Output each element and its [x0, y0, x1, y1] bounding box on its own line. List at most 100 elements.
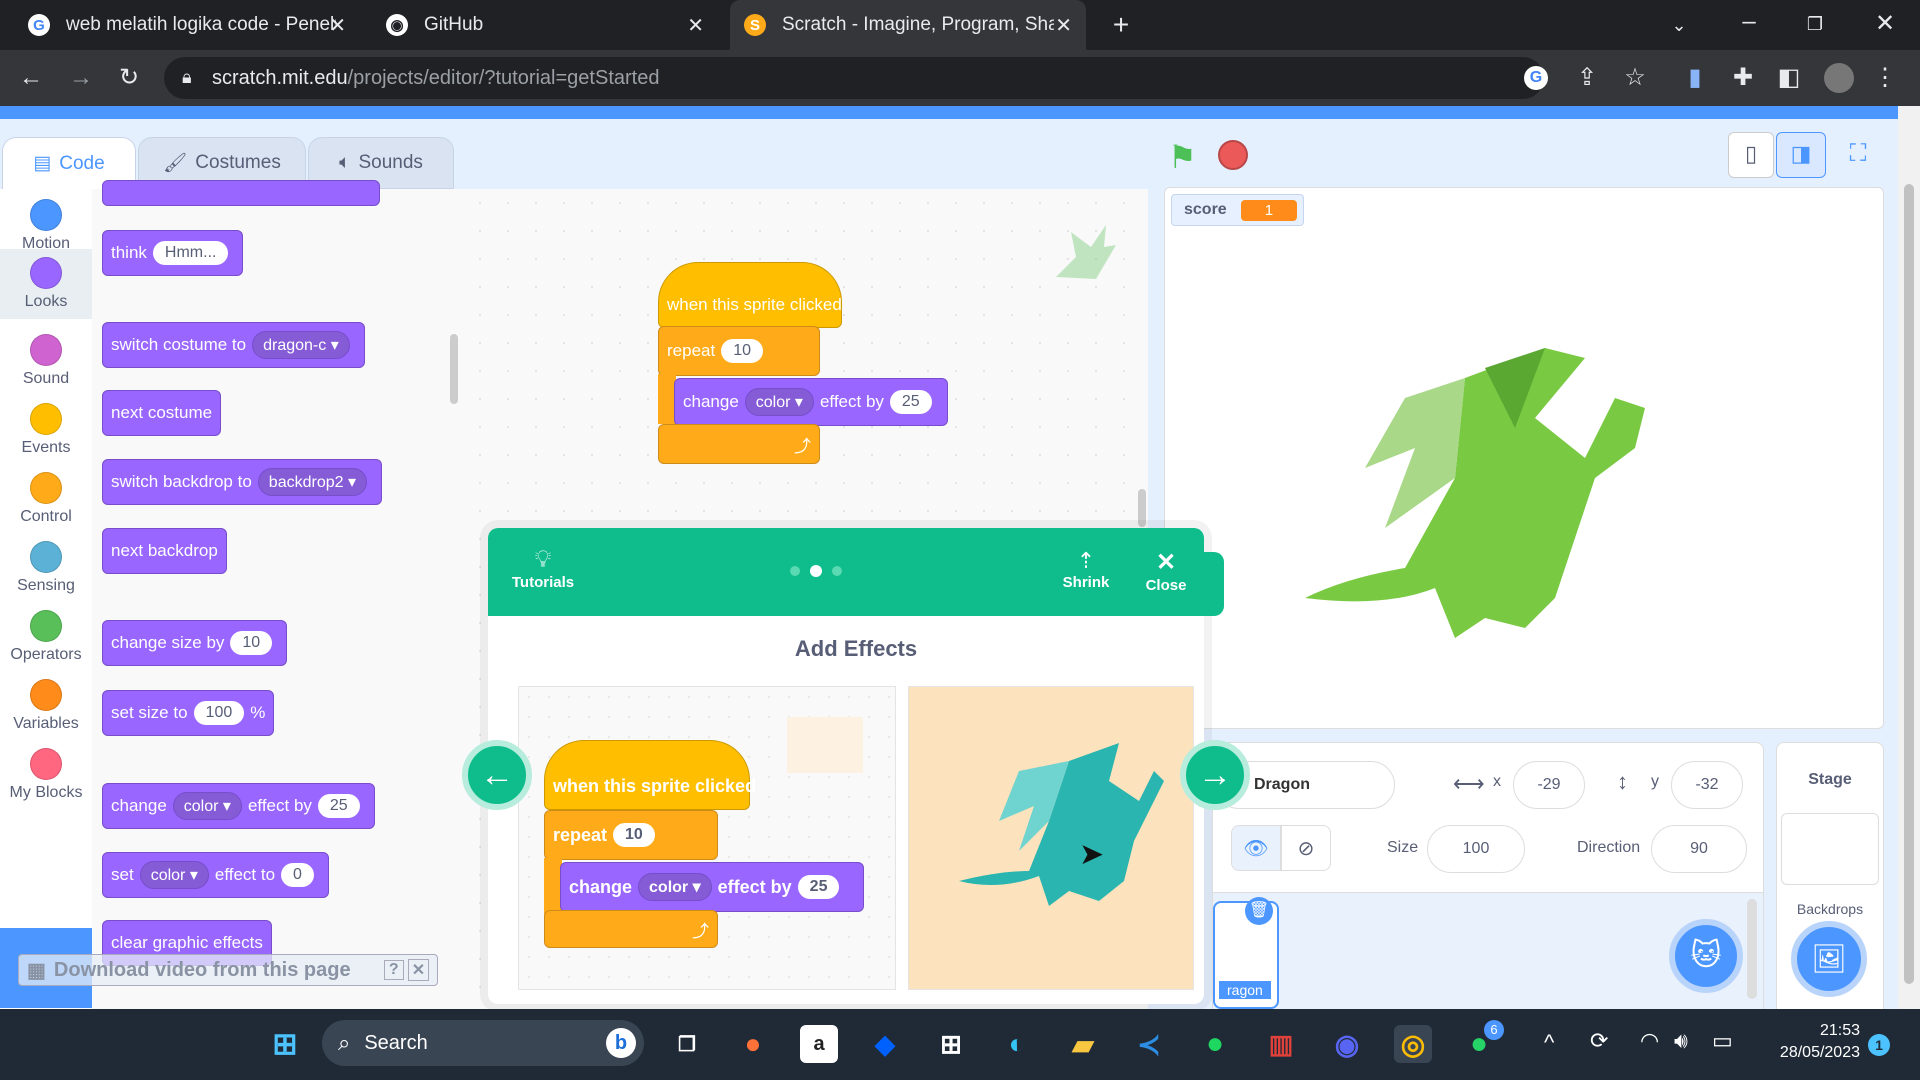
stage[interactable]: score 1: [1164, 187, 1884, 729]
back-icon[interactable]: ←: [16, 66, 46, 90]
workspace-change-effect-block[interactable]: change color ▾ effect by 25: [674, 378, 948, 426]
dropbox-icon[interactable]: ◆: [866, 1025, 904, 1063]
direction-field[interactable]: 90: [1651, 825, 1747, 873]
delete-sprite-icon[interactable]: 🗑︎: [1245, 897, 1273, 925]
effect-dropdown[interactable]: color ▾: [744, 388, 814, 416]
size-field[interactable]: 100: [1427, 825, 1525, 873]
score-monitor[interactable]: score 1: [1171, 194, 1305, 226]
close-tab-icon[interactable]: ✕: [329, 13, 346, 38]
show-icon[interactable]: 👁︎: [1231, 825, 1281, 871]
category-sensing[interactable]: Sensing: [0, 541, 92, 595]
x-field[interactable]: -29: [1513, 761, 1585, 809]
new-tab-icon[interactable]: +: [1106, 11, 1136, 39]
workspace-repeat-block[interactable]: repeat 10: [658, 326, 820, 376]
block-set-effect[interactable]: set color ▾ effect to 0: [102, 852, 329, 898]
spotify-icon[interactable]: ●: [1196, 1025, 1234, 1063]
sprite-list-scrollbar[interactable]: [1747, 899, 1757, 999]
repeat-input[interactable]: 10: [721, 339, 763, 363]
scrollbar-thumb[interactable]: [1904, 184, 1914, 984]
file-explorer-icon[interactable]: ▰: [1064, 1025, 1102, 1063]
effect-input[interactable]: 25: [889, 390, 932, 414]
close-tab-icon[interactable]: ✕: [1055, 13, 1072, 38]
effect-input[interactable]: 25: [317, 794, 360, 818]
effect-dropdown[interactable]: color ▾: [172, 792, 242, 820]
next-step-button[interactable]: →: [1180, 740, 1250, 810]
category-motion[interactable]: Motion: [0, 199, 92, 253]
block-switch-costume[interactable]: switch costume to dragon-c ▾: [102, 322, 365, 368]
y-field[interactable]: -32: [1671, 761, 1743, 809]
amazon-icon[interactable]: a: [800, 1025, 838, 1063]
block-change-size[interactable]: change size by 10: [102, 620, 288, 666]
category-looks[interactable]: Looks: [0, 249, 92, 319]
close-download-bar[interactable]: ✕: [407, 959, 430, 981]
fullscreen-icon[interactable]: ⛶: [1836, 132, 1880, 176]
workspace-scrollbar[interactable]: [1138, 489, 1146, 527]
bookmark-star-icon[interactable]: ☆: [1620, 66, 1650, 90]
sync-icon[interactable]: ⟳: [1590, 1028, 1608, 1054]
extensions-puzzle-icon[interactable]: ✚: [1728, 66, 1758, 90]
windows-start-icon[interactable]: ⊞: [266, 1025, 304, 1063]
google-lens-icon[interactable]: G: [1524, 66, 1548, 90]
palette-scrollbar[interactable]: [450, 334, 458, 404]
close-tutorial-button[interactable]: ✕ Close: [1138, 548, 1194, 594]
omnibox[interactable]: 🔒︎ scratch.mit.edu/projects/editor/?tuto…: [164, 57, 1548, 99]
hide-icon[interactable]: ⊘: [1281, 825, 1331, 871]
workspace-hat-block[interactable]: when this sprite clicked: [658, 262, 842, 328]
category-control[interactable]: Control: [0, 472, 92, 526]
block-set-size[interactable]: set size to 100%: [102, 690, 275, 736]
clock[interactable]: 21:53 28/05/2023: [1750, 1020, 1860, 1064]
backdrop-dropdown[interactable]: backdrop2 ▾: [257, 468, 367, 496]
effect-dropdown[interactable]: color ▾: [139, 861, 209, 889]
category-operators[interactable]: Operators: [0, 610, 92, 664]
close-tab-icon[interactable]: ✕: [687, 13, 704, 38]
tutorials-button[interactable]: 💡︎ Tutorials: [508, 546, 578, 591]
previous-step-button[interactable]: ←: [462, 740, 532, 810]
category-variables[interactable]: Variables: [0, 679, 92, 733]
show-hidden-icons[interactable]: ^: [1544, 1030, 1554, 1056]
firefox-icon[interactable]: ●: [734, 1025, 772, 1063]
vscode-icon[interactable]: ≺: [1130, 1025, 1168, 1063]
winrar-icon[interactable]: ▥: [1262, 1025, 1300, 1063]
extension-icon[interactable]: ▮: [1680, 66, 1710, 90]
browser-tab[interactable]: G web melatih logika code - Penelu ✕: [14, 0, 360, 50]
browser-tab-active[interactable]: S Scratch - Imagine, Program, Shar ✕: [730, 0, 1086, 50]
help-button[interactable]: ?: [383, 960, 404, 980]
category-events[interactable]: Events: [0, 403, 92, 457]
chrome-icon[interactable]: ◎: [1394, 1025, 1432, 1063]
wifi-icon[interactable]: ◠: [1640, 1028, 1659, 1054]
profile-avatar[interactable]: [1824, 63, 1854, 93]
stage-thumbnail[interactable]: [1781, 813, 1879, 885]
share-icon[interactable]: ⇪: [1572, 66, 1602, 90]
block-next-backdrop[interactable]: next backdrop: [102, 528, 227, 574]
step-dot[interactable]: [832, 566, 842, 576]
costume-dropdown[interactable]: dragon-c ▾: [252, 331, 350, 359]
menu-icon[interactable]: ⋮: [1870, 66, 1900, 90]
notification-badge[interactable]: 1: [1868, 1034, 1890, 1056]
block-switch-backdrop[interactable]: switch backdrop to backdrop2 ▾: [102, 459, 382, 505]
block-think[interactable]: think Hmm...: [102, 230, 244, 276]
bing-icon[interactable]: b: [606, 1028, 636, 1058]
close-window-icon[interactable]: ✕: [1870, 12, 1900, 36]
task-view-icon[interactable]: ❐: [668, 1025, 706, 1063]
choose-sprite-icon[interactable]: 🐱︎: [1669, 919, 1743, 993]
battery-icon[interactable]: ▭: [1712, 1028, 1733, 1054]
edge-icon[interactable]: ◐: [998, 1025, 1036, 1063]
download-video-bar[interactable]: ▦ Download video from this page ? ✕: [18, 954, 438, 986]
workspace-repeat-end[interactable]: ⤴: [658, 424, 820, 464]
browser-tab[interactable]: ◉ GitHub ✕: [372, 0, 718, 50]
step-dot-active[interactable]: [810, 565, 822, 577]
minimize-icon[interactable]: –: [1734, 10, 1764, 34]
think-input[interactable]: Hmm...: [152, 241, 229, 265]
block-change-effect[interactable]: change color ▾ effect by 25: [102, 783, 375, 829]
dragon-sprite[interactable]: [1285, 338, 1665, 683]
block-next-costume[interactable]: next costume: [102, 390, 222, 436]
forward-icon[interactable]: →: [66, 66, 96, 90]
size-input[interactable]: 100: [193, 701, 245, 725]
page-scrollbar[interactable]: [1898, 106, 1920, 1009]
restore-icon[interactable]: ❐: [1800, 12, 1830, 36]
block-partial[interactable]: [102, 180, 380, 206]
download-video-label[interactable]: Download video from this page: [54, 959, 384, 982]
category-my-blocks[interactable]: My Blocks: [0, 748, 92, 802]
reload-icon[interactable]: ↻: [114, 66, 144, 90]
discord-icon[interactable]: ◉: [1328, 1025, 1366, 1063]
